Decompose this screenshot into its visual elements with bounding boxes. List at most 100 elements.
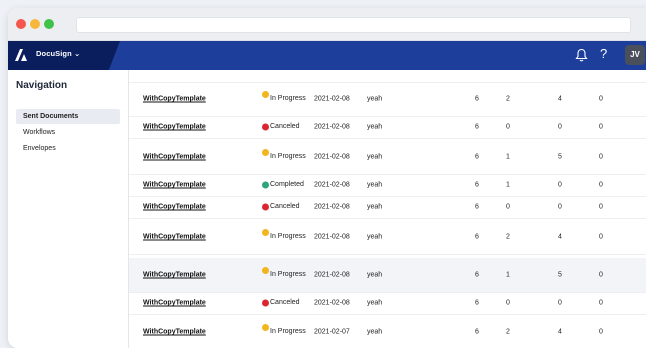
count-2: 2 <box>506 233 510 241</box>
status-badge: Canceled <box>270 123 300 130</box>
document-name-link[interactable]: WithCopyTemplate <box>143 329 206 336</box>
count-4: 0 <box>599 123 603 131</box>
brand-name: DocuSign <box>36 49 72 58</box>
table-row[interactable]: WithCopyTemplate Completed 2021-02-08 yeah 6… <box>129 174 646 197</box>
count-2: 0 <box>506 299 510 307</box>
count-1: 6 <box>475 299 479 307</box>
close-window-icon[interactable] <box>16 19 26 29</box>
note-text: yeah <box>367 123 383 131</box>
document-name-link[interactable]: WithCopyTemplate <box>143 234 206 241</box>
count-3: 0 <box>558 203 562 211</box>
document-name-link[interactable]: WithCopyTemplate <box>143 272 206 279</box>
count-2: 2 <box>506 328 510 336</box>
table-row[interactable]: WithCopyTemplate In Progress 2021-02-08 yea… <box>129 82 646 117</box>
note-text: yeah <box>367 233 383 241</box>
document-name-link[interactable]: WithCopyTemplate <box>143 96 206 103</box>
status-badge: Completed <box>270 181 304 188</box>
sidebar-item-envelopes[interactable]: Envelopes <box>16 141 120 156</box>
table-row[interactable]: WithCopyTemplate Canceled 2021-02-08 yeah 6 0… <box>129 196 646 219</box>
count-2: 1 <box>506 271 510 279</box>
sent-date: 2021-02-07 <box>314 328 350 336</box>
status-badge: Canceled <box>270 203 300 210</box>
count-1: 6 <box>475 153 479 161</box>
document-name-link[interactable]: WithCopyTemplate <box>143 124 206 131</box>
table-row[interactable]: WithCopyTemplate In Progress 2021-02-08 yea… <box>129 258 646 293</box>
browser-window: DocuSign ⌄ ? JV Navigation Sent Document… <box>8 8 646 348</box>
table-row[interactable]: WithCopyTemplate In Progress 2021-02-08 yea… <box>129 220 646 255</box>
count-3: 4 <box>558 328 562 336</box>
status-dot-icon <box>262 229 269 236</box>
count-3: 0 <box>558 123 562 131</box>
count-4: 0 <box>599 328 603 336</box>
sent-date: 2021-02-08 <box>314 271 350 279</box>
note-text: yeah <box>367 153 383 161</box>
table-row[interactable]: WithCopyTemplate In Progress 2021-02-08 yea… <box>129 140 646 175</box>
count-1: 6 <box>475 271 479 279</box>
document-name-link[interactable]: WithCopyTemplate <box>143 204 206 211</box>
count-1: 6 <box>475 203 479 211</box>
sent-date: 2021-02-08 <box>314 123 350 131</box>
table-row[interactable]: WithCopyTemplate Canceled 2021-02-08 yeah 6 0… <box>129 116 646 139</box>
count-1: 6 <box>475 233 479 241</box>
sidebar-item-workflows[interactable]: Workflows <box>16 125 120 140</box>
count-2: 0 <box>506 203 510 211</box>
status-dot-icon <box>262 91 269 98</box>
sent-date: 2021-02-08 <box>314 299 350 307</box>
bell-icon[interactable] <box>575 48 588 62</box>
help-icon[interactable]: ? <box>600 46 607 62</box>
status-badge: In Progress <box>270 153 306 160</box>
count-4: 0 <box>599 203 603 211</box>
count-3: 4 <box>558 95 562 103</box>
minimize-window-icon[interactable] <box>30 19 40 29</box>
count-1: 6 <box>475 95 479 103</box>
status-dot-icon <box>262 324 269 331</box>
note-text: yeah <box>367 328 383 336</box>
sent-date: 2021-02-08 <box>314 203 350 211</box>
status-dot-icon <box>262 203 269 211</box>
status-badge: In Progress <box>270 328 306 335</box>
app-header: DocuSign ⌄ ? JV <box>8 41 646 70</box>
documents-table: WithCopyTemplate In Progress 2021-02-08 yea… <box>129 70 646 348</box>
status-badge: In Progress <box>270 95 306 102</box>
chevron-down-icon: ⌄ <box>74 49 81 58</box>
address-bar[interactable] <box>76 17 631 33</box>
status-dot-icon <box>262 149 269 156</box>
status-dot-icon <box>262 181 269 189</box>
avatar[interactable]: JV <box>625 45 645 65</box>
status-badge: In Progress <box>270 233 306 240</box>
document-name-link[interactable]: WithCopyTemplate <box>143 154 206 161</box>
count-1: 6 <box>475 181 479 189</box>
brand-block[interactable]: DocuSign ⌄ <box>8 41 120 70</box>
maximize-window-icon[interactable] <box>44 19 54 29</box>
count-3: 0 <box>558 299 562 307</box>
document-name-link[interactable]: WithCopyTemplate <box>143 300 206 307</box>
sidebar-item-sent-documents[interactable]: Sent Documents <box>16 109 120 124</box>
count-2: 0 <box>506 123 510 131</box>
browser-chrome <box>8 8 646 41</box>
note-text: yeah <box>367 95 383 103</box>
count-3: 5 <box>558 271 562 279</box>
status-dot-icon <box>262 267 269 274</box>
note-text: yeah <box>367 271 383 279</box>
note-text: yeah <box>367 181 383 189</box>
sidebar: Navigation Sent Documents Workflows Enve… <box>8 70 129 348</box>
count-1: 6 <box>475 328 479 336</box>
app-logo-icon <box>15 49 27 61</box>
count-2: 2 <box>506 95 510 103</box>
document-name-link[interactable]: WithCopyTemplate <box>143 182 206 189</box>
sent-date: 2021-02-08 <box>314 153 350 161</box>
workspace-switcher[interactable]: DocuSign ⌄ <box>36 49 80 58</box>
count-4: 0 <box>599 95 603 103</box>
count-3: 5 <box>558 153 562 161</box>
count-2: 1 <box>506 153 510 161</box>
sent-date: 2021-02-08 <box>314 233 350 241</box>
status-dot-icon <box>262 123 269 131</box>
status-badge: Canceled <box>270 299 300 306</box>
status-dot-icon <box>262 299 269 307</box>
sidebar-title: Navigation <box>16 80 68 91</box>
status-badge: In Progress <box>270 271 306 278</box>
count-3: 4 <box>558 233 562 241</box>
table-row[interactable]: WithCopyTemplate In Progress 2021-02-07 yea… <box>129 315 646 348</box>
count-1: 6 <box>475 123 479 131</box>
table-row[interactable]: WithCopyTemplate Canceled 2021-02-08 yeah 6 0… <box>129 292 646 315</box>
